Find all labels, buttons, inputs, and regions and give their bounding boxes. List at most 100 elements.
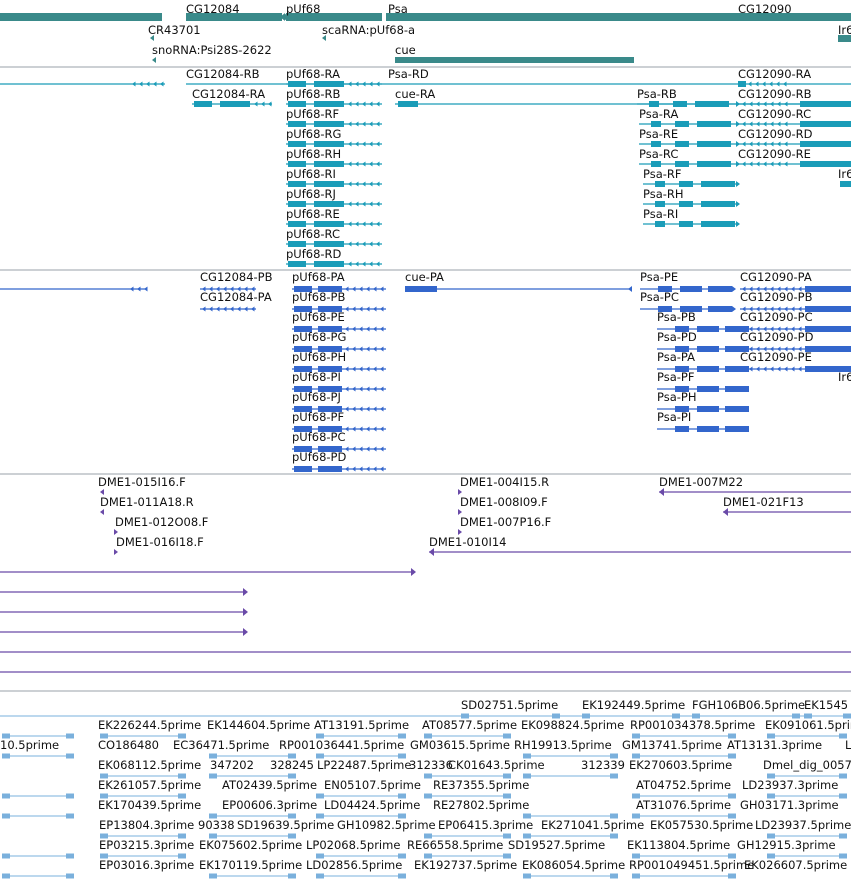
est-label[interactable]: AT08577.5prime [422,719,517,732]
clone-label[interactable]: DME1-007M22 [659,476,743,489]
protein-label[interactable]: cue-PA [405,271,444,284]
est-label[interactable]: RP001036441.5prime [279,739,404,752]
protein-label[interactable]: Psa-PE [640,271,678,284]
est-label[interactable]: EK057530.5prime [650,819,753,832]
est-label[interactable]: GM13741.5prime [622,739,722,752]
est-label[interactable]: 328245 [270,759,314,772]
est-label[interactable]: EP00606.3prime [222,799,317,812]
est-label[interactable]: CK01643.5prime [448,759,545,772]
est-label[interactable]: EK170119.5prime [199,859,302,872]
protein-label[interactable]: pUf68-PE [292,311,345,324]
est-label[interactable]: 90338 [198,819,235,832]
gene-label-psa[interactable]: Psa [388,3,408,16]
est-label[interactable]: FGH106B06.5prime [692,699,805,712]
transcript-label[interactable]: CG12090-RB [738,88,812,101]
est-label[interactable]: SD02751.5prime [461,699,558,712]
transcript-label[interactable]: CG12090-RD [738,128,813,141]
transcript-label[interactable]: CG12084-RA [192,88,265,101]
protein-label[interactable]: pUf68-PC [292,431,346,444]
transcript-label[interactable]: pUf68-RA [286,68,340,81]
protein-label[interactable]: pUf68-PH [292,351,346,364]
transcript-label[interactable]: pUf68-RF [286,108,339,121]
protein-label[interactable]: CG12084-PB [200,271,273,284]
protein-label[interactable]: Psa-PD [657,331,697,344]
est-label[interactable]: LD02856.5prime [306,859,402,872]
transcript-label[interactable]: cue-RA [395,88,435,101]
transcript-label[interactable]: Psa-RC [639,148,678,161]
clone-label[interactable]: DME1-021F13 [723,496,804,509]
est-label[interactable]: EK192449.5prime [582,699,685,712]
transcript-label[interactable]: pUf68-RI [286,168,336,181]
est-label[interactable]: EP13804.3prime [99,819,194,832]
est-label[interactable]: EK075602.5prime [199,839,302,852]
gene-label-cg12090[interactable]: CG12090 [738,3,792,16]
transcript-label[interactable]: pUf68-RG [286,128,341,141]
est-label[interactable]: RE37355.5prime [433,779,529,792]
transcript-label[interactable]: pUf68-RE [286,208,340,221]
clone-label[interactable]: DME1-012O08.F [115,516,208,529]
est-label[interactable]: LP22487.5prime [317,759,411,772]
clone-label[interactable]: DME1-007P16.F [460,516,551,529]
clone-label[interactable]: DME1-010I14 [429,536,507,549]
transcript-label[interactable]: CG12090-RA [738,68,811,81]
transcript-label[interactable]: Psa-RF [643,168,682,181]
gene-label-ir6[interactable]: Ir6 [838,24,851,37]
clone-label[interactable]: DME1-008I09.F [460,496,548,509]
protein-label[interactable]: Psa-PC [640,291,679,304]
protein-label[interactable]: pUf68-PI [292,371,341,384]
est-label[interactable]: EK026607.5prime [744,859,847,872]
est-label[interactable]: EK271041.5prime [541,819,644,832]
est-label[interactable]: SD19527.5prime [508,839,605,852]
transcript-label[interactable]: pUf68-RD [286,248,341,261]
gene-label-puf68[interactable]: pUf68 [286,3,320,16]
est-label[interactable]: LD23937.3prime [742,779,838,792]
protein-label[interactable]: CG12090-PC [740,311,813,324]
protein-label[interactable]: CG12090-PE [740,351,812,364]
protein-label[interactable]: Psa-PH [657,391,697,404]
est-label[interactable]: 312336 [409,759,453,772]
transcript-label[interactable]: Psa-RA [639,108,678,121]
est-label[interactable]: EK098824.5prime [521,719,624,732]
clone-label[interactable]: DME1-016I18.F [116,536,204,549]
est-label[interactable]: RP001049451.5prime [629,859,754,872]
est-label[interactable]: L [845,739,851,752]
protein-label[interactable]: Psa-PI [657,411,691,424]
transcript-label[interactable]: Psa-RD [388,68,429,81]
est-label[interactable]: EP06415.3prime [438,819,533,832]
gene-label-cg12084[interactable]: CG12084 [186,3,240,16]
est-label[interactable]: AT13191.5prime [314,719,409,732]
gene-label-cr43701[interactable]: CR43701 [148,24,201,37]
protein-label[interactable]: CG12090-PA [740,271,812,284]
est-label[interactable]: AT02439.5prime [222,779,317,792]
est-label[interactable]: EK068112.5prime [98,759,201,772]
protein-label[interactable]: Psa-PA [657,351,695,364]
est-label[interactable]: EN05107.5prime [324,779,421,792]
est-label[interactable]: AT13131.3prime [727,739,822,752]
est-label[interactable]: GH03171.3prime [740,799,839,812]
est-label[interactable]: LP02068.5prime [306,839,400,852]
transcript-label[interactable]: Psa-RH [643,188,684,201]
transcript-label[interactable]: pUf68-RJ [286,188,336,201]
est-label[interactable]: EC36471.5prime [173,739,269,752]
transcript-label[interactable]: pUf68-RH [286,148,341,161]
gene-label-snorna[interactable]: snoRNA:Psi28S-2622 [152,44,272,57]
est-label[interactable]: EP03215.3prime [99,839,194,852]
gene-label-scarna[interactable]: scaRNA:pUf68-a [322,24,415,37]
est-label[interactable]: EK086054.5prime [522,859,625,872]
protein-label[interactable]: CG12084-PA [200,291,272,304]
clone-label[interactable]: DME1-015I16.F [98,476,186,489]
est-label[interactable]: GM03615.5prime [410,739,510,752]
est-label[interactable]: EK270603.5prime [629,759,732,772]
protein-label[interactable]: pUf68-PD [292,451,346,464]
protein-label[interactable]: Ir6 [838,371,851,384]
protein-label[interactable]: pUf68-PG [292,331,346,344]
est-label[interactable]: EK113804.5prime [627,839,730,852]
transcript-label[interactable]: pUf68-RB [286,88,340,101]
est-label[interactable]: EK192737.5prime [414,859,517,872]
protein-label[interactable]: Psa-PF [657,371,694,384]
est-label[interactable]: LD04424.5prime [324,799,420,812]
est-label[interactable]: GH10982.5prime [337,819,436,832]
est-label[interactable]: EK226244.5prime [98,719,201,732]
protein-label[interactable]: CG12090-PB [740,291,813,304]
protein-label[interactable]: CG12090-PD [740,331,813,344]
